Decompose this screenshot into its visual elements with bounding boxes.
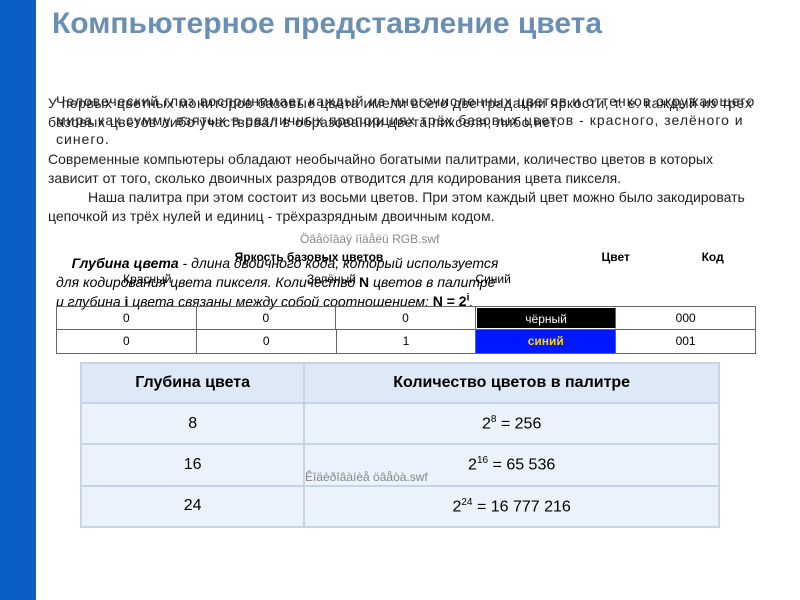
table-row: 24224 = 16 777 216	[81, 486, 719, 527]
depth-header-1: Глубина цвета	[81, 363, 304, 403]
cell-r: 0	[57, 330, 197, 353]
swatch-black: чёрный	[476, 307, 617, 329]
paragraph-palettes: Современные компьютеры обладают необычай…	[48, 150, 758, 226]
swatch-blue: синий	[476, 330, 616, 353]
paragraph-monitors: У первых цветных мониторов базовые цвета…	[48, 94, 758, 132]
depth-cell: 16	[81, 444, 304, 485]
color-row-black: 0 0 0 чёрный 000	[56, 306, 756, 330]
cell-g: 0	[197, 330, 337, 353]
color-row-blue: 0 0 1 синий 001	[56, 330, 756, 354]
depth-header-2: Количество цветов в палитре	[304, 363, 719, 403]
page-title: Компьютерное представление цвета	[52, 8, 752, 40]
left-accent-bar	[0, 0, 36, 600]
swf-label-rgb: Öâåòîâàÿ ìîäåëü RGB.swf	[300, 232, 439, 246]
depth-cell: 24	[81, 486, 304, 527]
table-row: 828 = 256	[81, 403, 719, 444]
code-black: 000	[616, 307, 755, 329]
depth-cell: 8	[81, 403, 304, 444]
term-depth: Глубина цвета	[72, 255, 179, 271]
paragraph-palettes-a: Современные компьютеры обладают необычай…	[48, 151, 713, 186]
count-cell: 28 = 256	[304, 403, 719, 444]
cell-r: 0	[57, 307, 197, 329]
paragraph-palette-tail: Наша палитра при этом состоит из восьми …	[48, 189, 745, 224]
code-blue: 001	[616, 330, 755, 353]
cell-b: 0	[336, 307, 476, 329]
swf-label-coding: Êîäèðîâàíèå öâåòà.swf	[305, 470, 428, 484]
definition-block: Глубина цвета - длина двоичного кода, ко…	[56, 254, 756, 311]
cell-b: 1	[337, 330, 477, 353]
depth-table: Глубина цвета Количество цветов в палитр…	[80, 362, 720, 528]
count-cell: 224 = 16 777 216	[304, 486, 719, 527]
cell-g: 0	[197, 307, 337, 329]
